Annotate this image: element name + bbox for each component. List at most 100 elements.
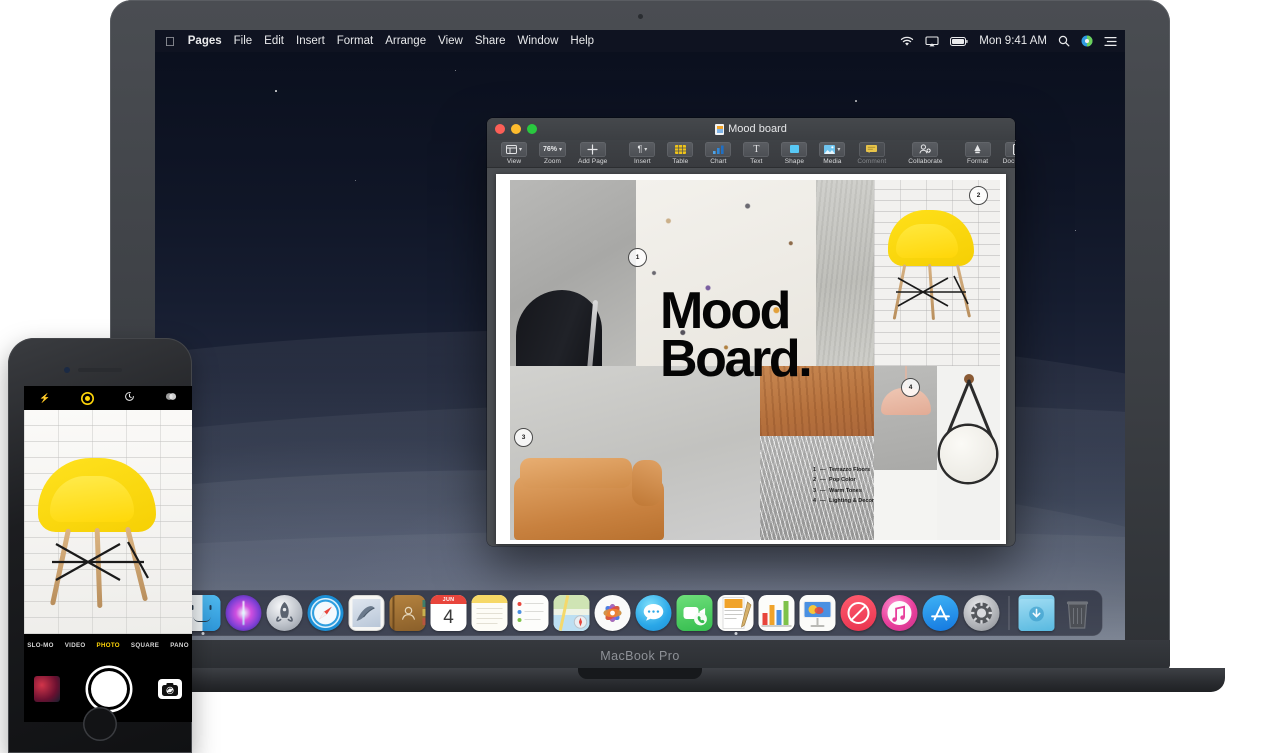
toolbar-add-page-button[interactable]: Add Page <box>572 141 613 165</box>
dock-item-siri[interactable] <box>225 595 262 631</box>
battery-icon[interactable] <box>950 36 968 46</box>
badge-1[interactable]: 1 <box>628 248 647 267</box>
menu-item-insert[interactable]: Insert <box>296 35 325 47</box>
badge-2[interactable]: 2 <box>969 186 988 205</box>
timer-icon[interactable] <box>124 391 135 405</box>
dock-item-reminders[interactable] <box>512 595 549 631</box>
search-icon[interactable] <box>1058 35 1070 47</box>
iphone-screen[interactable]: ⚡ SLO-MO VIDEO PHOTO SQUARE PANO <box>24 386 192 722</box>
dock-item-system-preferences[interactable] <box>963 595 1000 631</box>
wifi-icon[interactable] <box>900 36 914 47</box>
dock-item-itunes[interactable] <box>881 595 918 631</box>
legend-panel-bg <box>874 470 937 540</box>
menu-item-view[interactable]: View <box>438 35 463 47</box>
badge-4[interactable]: 4 <box>901 378 920 397</box>
dock-item-numbers[interactable] <box>758 595 795 631</box>
itunes-icon <box>881 595 918 631</box>
airplay-icon[interactable] <box>925 35 939 47</box>
sofa-shape <box>514 458 664 540</box>
dock-item-photos[interactable] <box>594 595 631 631</box>
iphone-home-button[interactable] <box>83 707 117 741</box>
toolbar-document-button[interactable]: Document <box>997 141 1015 166</box>
macos-dock: JUN 4 <box>177 590 1103 636</box>
menu-item-file[interactable]: File <box>234 35 253 47</box>
toolbar-chart-button[interactable]: Chart <box>699 141 737 165</box>
dock-item-facetime[interactable] <box>676 595 713 631</box>
dock-item-maps[interactable] <box>553 595 590 631</box>
chair-wire-base <box>52 541 149 581</box>
dock-item-contacts[interactable] <box>389 595 426 631</box>
menu-bar-clock[interactable]: Mon 9:41 AM <box>979 35 1047 47</box>
badge-3[interactable]: 3 <box>514 428 533 447</box>
dock-item-trash[interactable] <box>1060 595 1096 631</box>
toolbar-format-button[interactable]: Format <box>959 141 997 165</box>
macbook-lid:  Pages File Edit Insert Format Arrange … <box>110 0 1170 672</box>
camera-mode-square[interactable]: SQUARE <box>131 642 159 649</box>
dock-item-news[interactable] <box>840 595 877 631</box>
camera-top-controls: ⚡ <box>24 386 192 410</box>
dock-item-messages[interactable] <box>635 595 672 631</box>
menu-item-window[interactable]: Window <box>518 35 559 47</box>
flip-camera-icon[interactable] <box>158 679 182 699</box>
close-button[interactable] <box>495 124 505 134</box>
calendar-icon: JUN 4 <box>430 595 467 631</box>
camera-mode-video[interactable]: VIDEO <box>65 642 86 649</box>
camera-mode-slo-mo[interactable]: SLO-MO <box>27 642 54 649</box>
camera-mode-selector[interactable]: SLO-MO VIDEO PHOTO SQUARE PANO <box>24 634 192 656</box>
dock-item-app-store[interactable] <box>922 595 959 631</box>
camera-mode-pano[interactable]: PANO <box>170 642 189 649</box>
document-page[interactable]: Mood Board. 1 2 3 4 1 — Terrazzo Floors … <box>496 174 1006 544</box>
toolbar-shape-label: Shape <box>784 158 805 166</box>
table-icon <box>667 141 694 157</box>
shape-icon <box>781 141 808 157</box>
iphone-front-camera <box>64 367 70 373</box>
zoom-button[interactable] <box>527 124 537 134</box>
numbers-icon <box>758 595 795 631</box>
dock-item-downloads[interactable] <box>1018 595 1055 631</box>
dock-item-launchpad[interactable] <box>266 595 303 631</box>
flash-icon[interactable]: ⚡ <box>39 393 50 404</box>
menu-item-format[interactable]: Format <box>337 35 373 47</box>
dock-divider <box>1008 596 1010 630</box>
toolbar-media-button[interactable]: ▾ Media <box>813 141 851 165</box>
minimize-button[interactable] <box>511 124 521 134</box>
legend-item-4: 4— Lighting & Decor <box>813 496 874 506</box>
toolbar-document-label: Document <box>1002 158 1015 166</box>
dock-item-safari[interactable] <box>307 595 344 631</box>
dock-item-calendar[interactable]: JUN 4 <box>430 595 467 631</box>
toolbar-zoom-button[interactable]: 76% ▾ Zoom <box>533 141 572 165</box>
media-icon: ▾ <box>819 141 846 157</box>
toolbar-table-button[interactable]: Table <box>661 141 699 165</box>
dock-item-pages[interactable] <box>717 595 754 635</box>
toolbar-comment-label: Comment <box>857 158 887 166</box>
toolbar-collaborate-button[interactable]: Collaborate <box>902 141 948 165</box>
dock-item-notes[interactable] <box>471 595 508 631</box>
pages-window[interactable]: Mood board ▾ View 76% ▾ Zoom Add Page ¶ … <box>487 118 1015 546</box>
pages-icon <box>717 595 754 631</box>
siri-icon[interactable] <box>1081 35 1093 47</box>
menu-item-edit[interactable]: Edit <box>264 35 284 47</box>
apple-icon[interactable]:  <box>165 35 175 48</box>
photo-thumbnail[interactable] <box>34 676 60 702</box>
live-photo-icon[interactable] <box>81 392 94 405</box>
control-center-icon[interactable] <box>1104 36 1117 47</box>
toolbar-comment-button[interactable]: Comment <box>851 141 892 166</box>
camera-mode-photo[interactable]: PHOTO <box>97 642 120 649</box>
legend-label-2: Pop Color <box>829 477 856 484</box>
legend-label-4: Lighting & Decor <box>829 498 875 505</box>
toolbar-text-button[interactable]: T Text <box>737 141 775 165</box>
toolbar-shape-button[interactable]: Shape <box>775 141 813 166</box>
dock-item-mail[interactable] <box>348 595 385 631</box>
filters-icon[interactable] <box>165 391 177 405</box>
menu-item-share[interactable]: Share <box>475 35 506 47</box>
shutter-button[interactable] <box>88 668 130 710</box>
toolbar-insert-button[interactable]: ¶ ▾ Insert <box>623 141 661 165</box>
camera-viewfinder[interactable] <box>24 410 192 634</box>
window-title-bar[interactable]: Mood board <box>487 118 1015 140</box>
menu-item-pages[interactable]: Pages <box>188 35 222 47</box>
toolbar-view-button[interactable]: ▾ View <box>495 141 533 165</box>
dock-item-keynote[interactable] <box>799 595 836 631</box>
menu-item-help[interactable]: Help <box>570 35 594 47</box>
menu-item-arrange[interactable]: Arrange <box>385 35 426 47</box>
document-canvas[interactable]: Mood Board. 1 2 3 4 1 — Terrazzo Floors … <box>487 168 1015 546</box>
